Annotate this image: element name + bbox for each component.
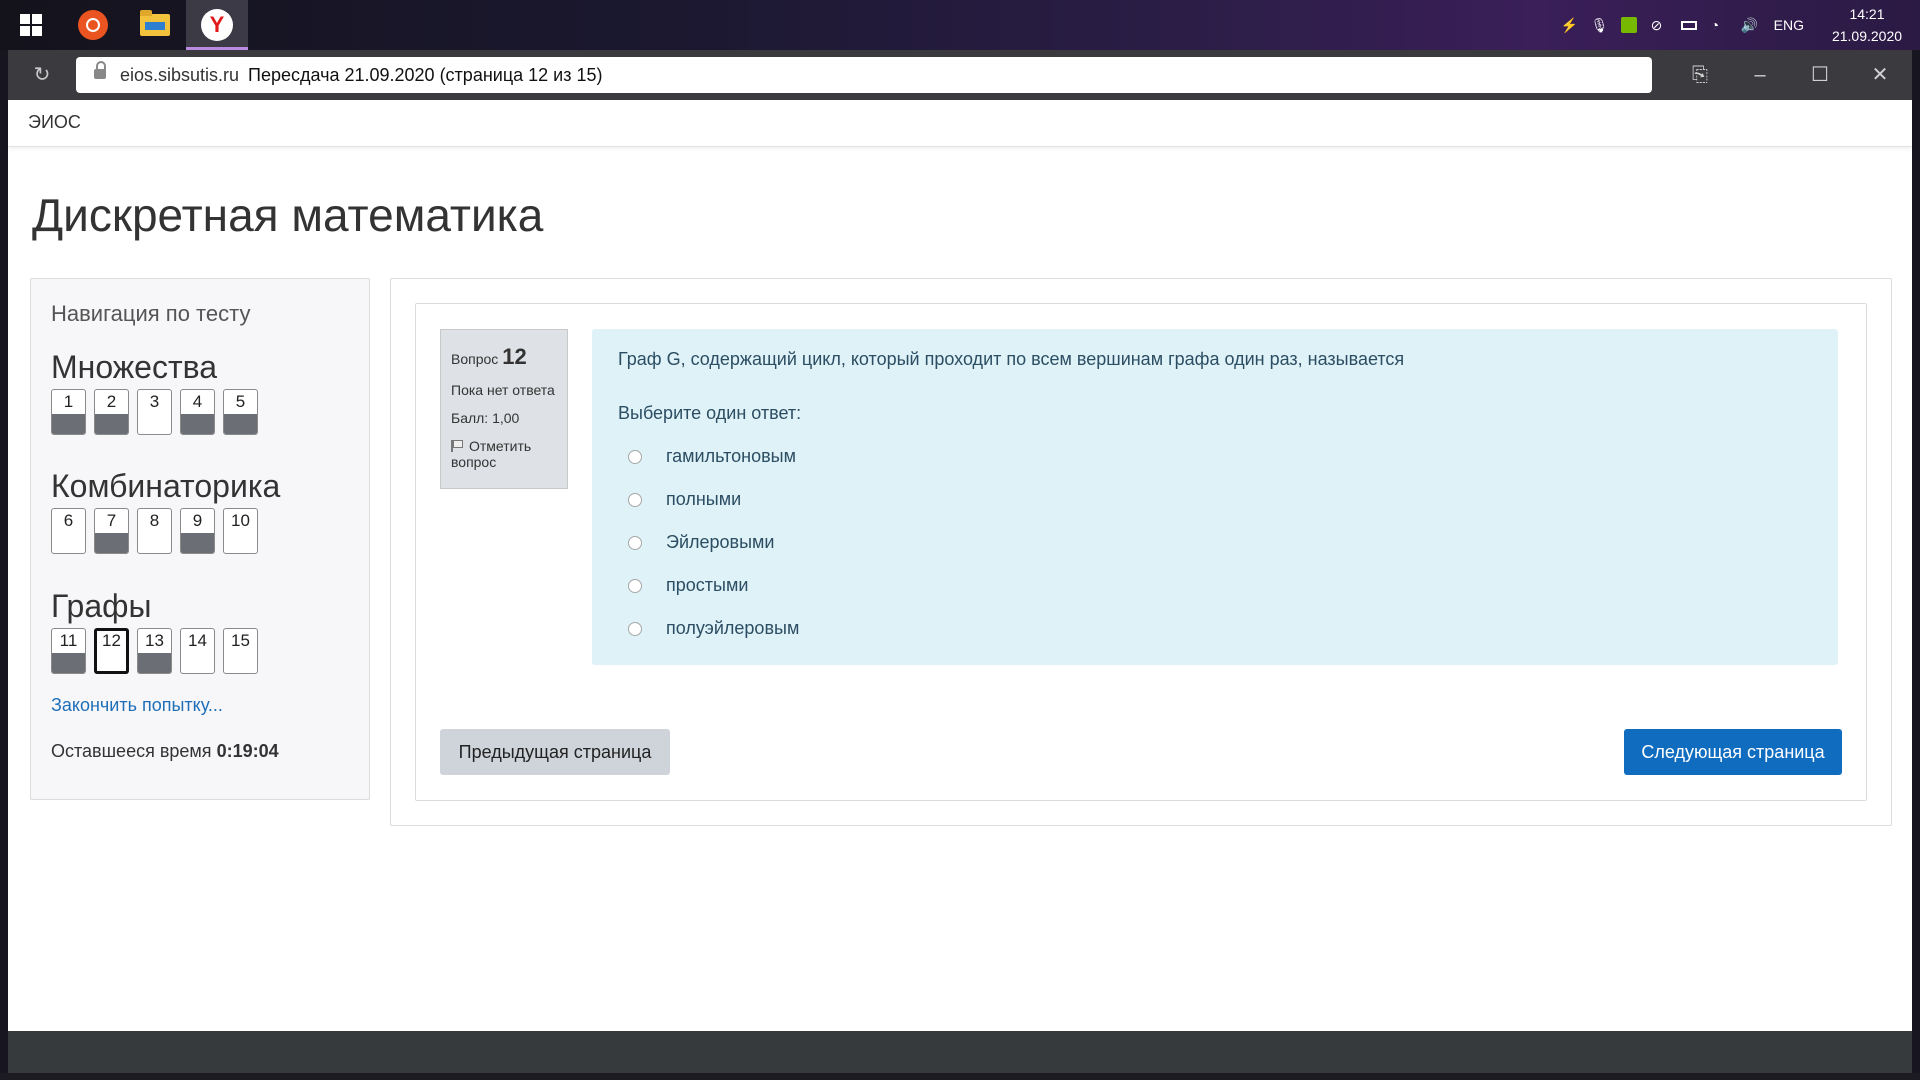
quiz-nav-button[interactable]: 14 xyxy=(180,628,215,674)
answer-radio[interactable] xyxy=(628,492,642,507)
network-disabled-icon[interactable]: ⊘ xyxy=(1651,17,1667,33)
taskbar-file-explorer[interactable] xyxy=(124,0,186,50)
windows-taskbar: Y ⚡ 🎙 ⊘ ◔ 🔊 ENG 14:21 21.09.2020 xyxy=(0,0,1920,50)
page-title: Дискретная математика xyxy=(32,189,544,241)
address-page-title: Пересдача 21.09.2020 (страница 12 из 15) xyxy=(248,65,603,85)
windows-logo-icon xyxy=(20,14,42,36)
flag-question-label-2: вопрос xyxy=(451,454,497,470)
close-button[interactable]: ✕ xyxy=(1850,50,1910,100)
answer-label[interactable]: Эйлеровыми xyxy=(666,532,774,553)
answer-options: гамильтоновым полными Эйлеровыми простым… xyxy=(628,435,799,650)
quiz-navigation-block: Навигация по тесту Множества 1 2 3 4 5 К… xyxy=(30,278,370,800)
quiz-nav-button[interactable]: 11 xyxy=(51,628,86,674)
question-buttons-graphs: 11 12 13 14 15 xyxy=(51,628,258,674)
ubuntu-icon xyxy=(78,10,108,40)
input-language-indicator[interactable]: ENG xyxy=(1774,17,1804,33)
answer-radio[interactable] xyxy=(628,449,642,464)
wifi-icon[interactable]: ◔ xyxy=(1711,17,1727,33)
question-label: Вопрос xyxy=(451,351,499,367)
address-bar[interactable]: eios.sibsutis.ru Пересдача 21.09.2020 (с… xyxy=(76,57,1652,93)
quiz-nav-button[interactable]: 8 xyxy=(137,508,172,554)
time-remaining-label: Оставшееся время xyxy=(51,741,212,761)
answer-label[interactable]: полуэйлеровым xyxy=(666,618,799,639)
answer-radio[interactable] xyxy=(628,535,642,550)
web-page: ЭИОС Дискретная математика Навигация по … xyxy=(8,100,1912,1031)
site-brand[interactable]: ЭИОС xyxy=(28,112,81,133)
section-title-combinatorics: Комбинаторика xyxy=(51,468,281,504)
answer-option[interactable]: простыми xyxy=(628,564,799,607)
system-clock[interactable]: 14:21 21.09.2020 xyxy=(1822,3,1912,47)
question-info: Вопрос 12 Пока нет ответа Балл: 1,00 Отме… xyxy=(440,329,568,489)
finish-attempt-link[interactable]: Закончить попытку... xyxy=(51,695,223,716)
quiz-nav-button[interactable]: 7 xyxy=(94,508,129,554)
minimize-button[interactable]: – xyxy=(1730,50,1790,100)
browser-toolbar: ↻ eios.sibsutis.ru Пересдача 21.09.2020 … xyxy=(8,50,1912,100)
quiz-nav-button[interactable]: 15 xyxy=(223,628,258,674)
question-status: Пока нет ответа xyxy=(451,382,555,398)
answer-option[interactable]: гамильтоновым xyxy=(628,435,799,478)
question-content: Граф G, содержащий цикл, который проходи… xyxy=(592,329,1838,665)
time-remaining-value: 0:19:04 xyxy=(216,741,279,761)
clock-date: 21.09.2020 xyxy=(1831,28,1903,44)
page-footer xyxy=(8,1031,1912,1073)
quiz-nav-button[interactable]: 1 xyxy=(51,389,86,435)
volume-icon[interactable]: 🔊 xyxy=(1741,17,1758,33)
battery-icon[interactable] xyxy=(1680,20,1697,30)
answer-radio[interactable] xyxy=(628,621,642,636)
section-title-graphs: Графы xyxy=(51,588,152,624)
yandex-browser-icon: Y xyxy=(201,9,233,41)
section-title-sets: Множества xyxy=(51,349,218,385)
flag-question-label-1: Отметить xyxy=(469,438,532,454)
answer-option[interactable]: полными xyxy=(628,478,799,521)
question-region: Вопрос 12 Пока нет ответа Балл: 1,00 Отме… xyxy=(390,278,1892,826)
desktop-background-strip xyxy=(0,1073,1920,1080)
flag-question-link[interactable]: Отметить вопрос xyxy=(451,438,557,470)
quiz-nav-button[interactable]: 13 xyxy=(137,628,172,674)
answer-prompt: Выберите один ответ: xyxy=(618,403,802,423)
bluetooth-icon[interactable]: ⚡ xyxy=(1561,17,1578,33)
flag-icon xyxy=(451,440,463,452)
site-navbar: ЭИОС xyxy=(8,100,1912,147)
folder-icon xyxy=(140,10,170,36)
quiz-nav-button[interactable]: 9 xyxy=(180,508,215,554)
reload-icon[interactable]: ↻ xyxy=(30,63,54,87)
next-page-button[interactable]: Следующая страница xyxy=(1624,729,1842,775)
bookmarks-icon[interactable]: ⎘ xyxy=(1670,50,1730,100)
quiz-nav-button[interactable]: 4 xyxy=(180,389,215,435)
windows-start-button[interactable] xyxy=(0,0,62,50)
address-domain: eios.sibsutis.ru xyxy=(120,65,240,85)
answer-label[interactable]: гамильтоновым xyxy=(666,446,796,467)
answer-option[interactable]: полуэйлеровым xyxy=(628,607,799,650)
previous-page-button[interactable]: Предыдущая страница xyxy=(440,729,670,775)
quiz-nav-button[interactable]: 3 xyxy=(137,389,172,435)
quiz-nav-button[interactable]: 10 xyxy=(223,508,258,554)
question-form: Вопрос 12 Пока нет ответа Балл: 1,00 Отме… xyxy=(415,303,1867,801)
quiz-nav-button[interactable]: 5 xyxy=(223,389,258,435)
question-number: 12 xyxy=(502,344,527,369)
microphone-icon[interactable]: 🎙 xyxy=(1591,17,1609,33)
clock-time: 14:21 xyxy=(1849,6,1885,22)
answer-label[interactable]: полными xyxy=(666,489,741,510)
taskbar-yandex-browser[interactable]: Y xyxy=(186,0,248,50)
nvidia-icon[interactable] xyxy=(1620,17,1637,33)
answer-label[interactable]: простыми xyxy=(666,575,748,596)
answer-option[interactable]: Эйлеровыми xyxy=(628,521,799,564)
quiz-navigation-heading: Навигация по тесту xyxy=(51,301,251,326)
quiz-nav-button-current[interactable]: 12 xyxy=(94,628,129,674)
taskbar-ubuntu-app[interactable] xyxy=(62,0,124,50)
quiz-nav-button[interactable]: 2 xyxy=(94,389,129,435)
lock-icon[interactable] xyxy=(94,61,106,81)
quiz-nav-button[interactable]: 6 xyxy=(51,508,86,554)
question-buttons-combinatorics: 6 7 8 9 10 xyxy=(51,508,258,554)
question-grade: Балл: 1,00 xyxy=(451,410,520,426)
question-text: Граф G, содержащий цикл, который проходи… xyxy=(618,349,1405,369)
system-tray: ⚡ 🎙 ⊘ ◔ 🔊 ENG 14:21 21.09.2020 xyxy=(1554,0,1920,50)
question-buttons-sets: 1 2 3 4 5 xyxy=(51,389,258,435)
time-remaining: Оставшееся время 0:19:04 xyxy=(51,741,279,762)
answer-radio[interactable] xyxy=(628,578,642,593)
maximize-button[interactable]: ☐ xyxy=(1790,50,1850,100)
